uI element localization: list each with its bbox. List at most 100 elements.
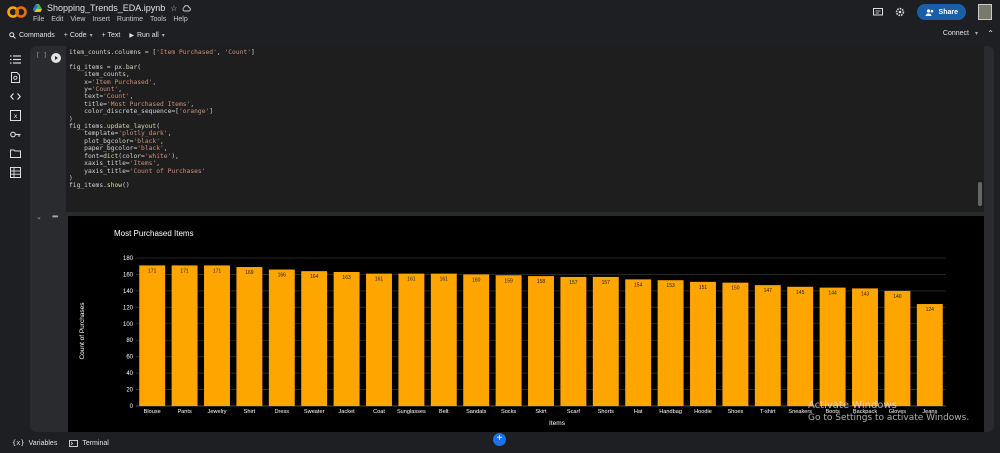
folder-icon[interactable] [10, 148, 21, 159]
y-tick-label: 40 [126, 371, 133, 377]
execution-count: [ ] [36, 52, 47, 59]
bar[interactable] [139, 265, 166, 406]
connect-button[interactable]: Connect ▾ [943, 30, 978, 37]
output-menu-icon[interactable]: ••• [52, 212, 58, 221]
colab-window: Shopping_Trends_EDA.ipynb ☆ File Edit Vi… [0, 0, 1000, 453]
chevron-down-icon[interactable]: ▾ [90, 32, 93, 39]
add-text-label: + Text [101, 31, 121, 39]
bar[interactable] [690, 281, 716, 406]
bar[interactable] [268, 269, 295, 406]
bar[interactable] [722, 282, 749, 406]
code-line: ) [69, 115, 73, 123]
bar-value-label: 158 [537, 279, 546, 285]
menu-tools[interactable]: Tools [150, 16, 166, 23]
notebook-cell: [ ] item_counts.columns = ['Item Purchas… [30, 46, 994, 432]
collapse-toolbar-icon[interactable]: ⌃ [987, 29, 994, 38]
add-code-button[interactable]: + Code ▾ [64, 32, 93, 39]
menu-runtime[interactable]: Runtime [117, 16, 143, 23]
menu-bar: File Edit View Insert Runtime Tools Help [33, 16, 188, 23]
x-tick-label: Shirt [244, 409, 256, 415]
bar[interactable] [495, 275, 522, 406]
bar[interactable] [852, 288, 878, 406]
x-tick-label: Dress [274, 409, 289, 415]
y-tick-label: 100 [123, 322, 134, 328]
code-snippets-icon[interactable] [10, 91, 21, 102]
bar[interactable] [916, 304, 943, 406]
x-tick-label: Sunglasses [397, 409, 426, 415]
bar[interactable] [366, 273, 392, 406]
editor-scrollbar[interactable] [978, 182, 982, 206]
colab-logo[interactable] [7, 5, 27, 19]
code-editor[interactable]: item_counts.columns = ['Item Purchased',… [66, 46, 984, 212]
bar[interactable] [463, 274, 490, 406]
variables-icon: {x} [12, 439, 25, 447]
x-tick-label: Belt [439, 409, 449, 415]
bar[interactable] [819, 287, 846, 406]
bar-value-label: 124 [926, 307, 935, 313]
menu-view[interactable]: View [70, 16, 85, 23]
x-tick-label: Shorts [598, 409, 614, 415]
x-tick-label: Hoodie [694, 409, 712, 415]
code-line: fig_items.show() [69, 182, 130, 190]
bar[interactable] [236, 267, 263, 406]
menu-help[interactable]: Help [173, 16, 187, 23]
terminal-button[interactable]: Terminal [69, 439, 109, 447]
code-line: template='plotly_dark', [69, 130, 172, 138]
bar-value-label: 161 [375, 277, 384, 283]
y-tick-label: 80 [126, 338, 133, 344]
code-text[interactable]: item_counts.columns = ['Item Purchased',… [69, 49, 255, 190]
share-button[interactable]: Share [916, 4, 966, 20]
menu-file[interactable]: File [33, 16, 44, 23]
code-line: y='Count', [69, 86, 123, 94]
chevron-down-icon[interactable]: ▾ [975, 30, 978, 37]
key-icon[interactable] [10, 129, 21, 140]
run-all-button[interactable]: ▶ Run all ▾ [129, 32, 164, 39]
x-tick-label: Pants [177, 409, 192, 415]
y-tick-label: 160 [123, 272, 134, 278]
comment-icon[interactable] [872, 7, 883, 17]
x-tick-label: Jacket [339, 409, 356, 415]
menu-insert[interactable]: Insert [92, 16, 110, 23]
play-icon: ▶ [129, 32, 134, 39]
bar-value-label: 154 [634, 282, 643, 288]
document-search-icon[interactable] [10, 72, 21, 83]
x-tick-label: Jeans [922, 409, 937, 415]
cloud-icon[interactable] [182, 4, 192, 12]
bar[interactable] [171, 265, 198, 406]
commands-button[interactable]: Commands [9, 32, 55, 39]
x-tick-label: Jewelry [208, 409, 227, 415]
settings-gear-icon[interactable] [895, 7, 905, 17]
user-avatar[interactable] [978, 4, 992, 20]
bar[interactable] [398, 273, 425, 406]
document-title[interactable]: Shopping_Trends_EDA.ipynb [47, 3, 165, 13]
bar-value-label: 164 [310, 274, 319, 280]
code-line: paper_bgcolor='black', [69, 145, 168, 153]
data-table-icon[interactable] [10, 167, 21, 178]
cell-gutter: [ ] [30, 46, 66, 432]
bar[interactable] [430, 273, 457, 406]
bar[interactable] [657, 280, 684, 406]
add-cell-button[interactable]: + [493, 433, 506, 446]
bar[interactable] [528, 276, 554, 406]
bar[interactable] [592, 276, 619, 406]
bar[interactable] [625, 279, 652, 406]
menu-edit[interactable]: Edit [51, 16, 63, 23]
table-of-contents-icon[interactable] [10, 54, 21, 65]
run-cell-button[interactable] [51, 53, 61, 63]
bar[interactable] [754, 285, 781, 406]
variables-button[interactable]: {x} Variables [12, 439, 57, 447]
bar[interactable] [333, 271, 360, 406]
add-text-button[interactable]: + Text [102, 32, 121, 39]
code-line: color_discrete_sequence=['orange'] [69, 108, 214, 116]
star-icon[interactable]: ☆ [170, 4, 177, 13]
bar[interactable] [204, 265, 230, 406]
collapse-output-icon[interactable]: ⌄ [36, 213, 42, 221]
terminal-label: Terminal [82, 439, 109, 447]
bar[interactable] [560, 276, 587, 406]
bar[interactable] [301, 271, 328, 406]
chevron-down-icon[interactable]: ▾ [162, 32, 165, 39]
variable-inspector-icon[interactable]: x [10, 110, 21, 121]
run-all-label: Run all [136, 31, 159, 39]
bar[interactable] [884, 290, 911, 406]
bar[interactable] [787, 286, 814, 406]
